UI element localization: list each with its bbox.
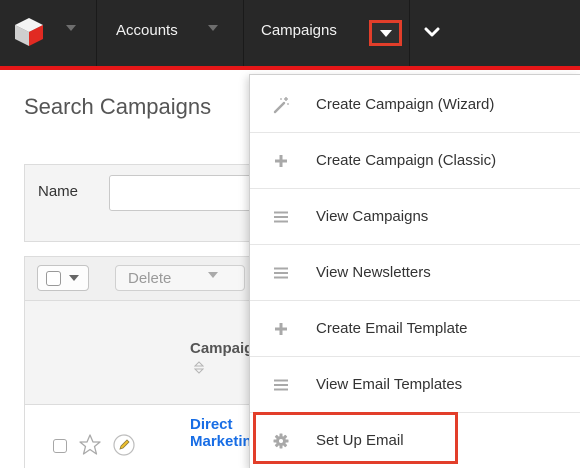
logo-icon[interactable] [14,17,44,47]
menu-item-create-email-template[interactable]: Create Email Template [250,301,580,357]
menu-item-view-campaigns[interactable]: View Campaigns [250,189,580,245]
menu-item-create-campaign-wizard[interactable]: Create Campaign (Wizard) [250,77,580,133]
sort-icon[interactable] [194,361,204,374]
top-navigation-bar: Accounts Campaigns [0,0,580,66]
caret-down-icon [208,272,218,278]
nav-divider [96,0,97,66]
menu-item-label: View Email Templates [316,376,463,393]
list-column-header: Campaign [25,301,265,405]
page-title: Search Campaigns [24,94,212,119]
menu-item-label: View Newsletters [316,264,431,281]
caret-down-icon [69,275,79,281]
logo-menu-caret-icon[interactable] [65,24,77,32]
delete-button[interactable]: Delete [115,265,245,291]
nav-tab-campaigns[interactable]: Campaigns [261,22,337,39]
row-checkbox[interactable] [53,439,67,453]
select-all-checkbox[interactable] [46,271,61,286]
select-all-dropdown[interactable] [37,265,89,291]
name-filter-label: Name [38,183,79,200]
list-icon [274,211,288,223]
campaigns-dropdown-button[interactable] [369,20,402,46]
menu-item-label: View Campaigns [316,208,429,225]
delete-label: Delete [128,270,172,287]
menu-item-label: Create Campaign (Wizard) [316,96,495,113]
nav-divider [409,0,410,66]
list-toolbar: Delete [25,257,265,301]
list-icon [274,267,288,279]
set-up-email-highlight [253,412,458,464]
name-filter-input[interactable] [109,175,269,211]
nav-accent-stripe [0,66,580,70]
menu-item-view-email-templates[interactable]: View Email Templates [250,357,580,413]
edit-pencil-icon[interactable] [113,434,135,456]
plus-icon [275,323,287,335]
filter-panel: Name [24,164,269,242]
campaigns-dropdown-menu: Create Campaign (Wizard) Create Campaign… [249,74,580,468]
accounts-caret-icon[interactable] [207,24,219,32]
favorite-star-icon[interactable] [79,434,101,455]
magic-wand-icon [273,97,289,114]
menu-item-label: Create Email Template [316,320,468,337]
nav-tab-accounts[interactable]: Accounts [116,22,178,39]
table-row: Direct Marketing [25,406,265,468]
chevron-down-icon [380,30,392,37]
nav-divider [243,0,244,66]
menu-item-create-campaign-classic[interactable]: Create Campaign (Classic) [250,133,580,189]
plus-icon [275,155,287,167]
campaign-list: Delete Campaign Direct Marketing [24,256,265,468]
menu-item-label: Create Campaign (Classic) [316,152,497,169]
more-modules-chevron-icon[interactable] [424,27,440,38]
list-icon [274,379,288,391]
menu-item-view-newsletters[interactable]: View Newsletters [250,245,580,301]
